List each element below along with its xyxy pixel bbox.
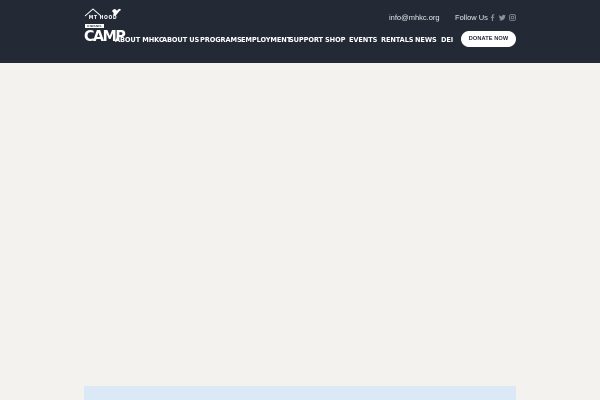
main-content xyxy=(0,63,600,400)
info-panel xyxy=(84,386,516,400)
nav-item-rentals[interactable]: RENTALS xyxy=(381,34,414,46)
nav-item-news[interactable]: NEWS xyxy=(415,34,437,46)
nav-item-employment[interactable]: EMPLOYMENT xyxy=(241,34,291,46)
nav-item-support[interactable]: SUPPORT xyxy=(289,34,323,46)
nav-item-about-us[interactable]: ABOUT US xyxy=(162,34,199,46)
instagram-icon[interactable] xyxy=(509,14,516,21)
nav-item-events[interactable]: EVENTS xyxy=(349,34,377,46)
nav-item-programs[interactable]: PROGRAMS xyxy=(200,34,242,46)
contact-email-link[interactable]: info@mhkc.org xyxy=(389,13,440,22)
nav-item-dei[interactable]: DEI xyxy=(441,34,453,46)
facebook-icon[interactable] xyxy=(489,14,496,21)
site-header: MT HOOD KIWANIS CAMP info@mhkc.org Follo… xyxy=(0,0,600,63)
donate-now-button[interactable]: DONATE NOW xyxy=(461,31,516,47)
follow-us-label: Follow Us xyxy=(455,13,488,22)
nav-item-about-mhkc[interactable]: ABOUT MHKC xyxy=(115,34,164,46)
twitter-icon[interactable] xyxy=(499,14,506,21)
logo-line-1: MT HOOD xyxy=(88,15,118,21)
nav-item-shop[interactable]: SHOP xyxy=(325,34,345,46)
